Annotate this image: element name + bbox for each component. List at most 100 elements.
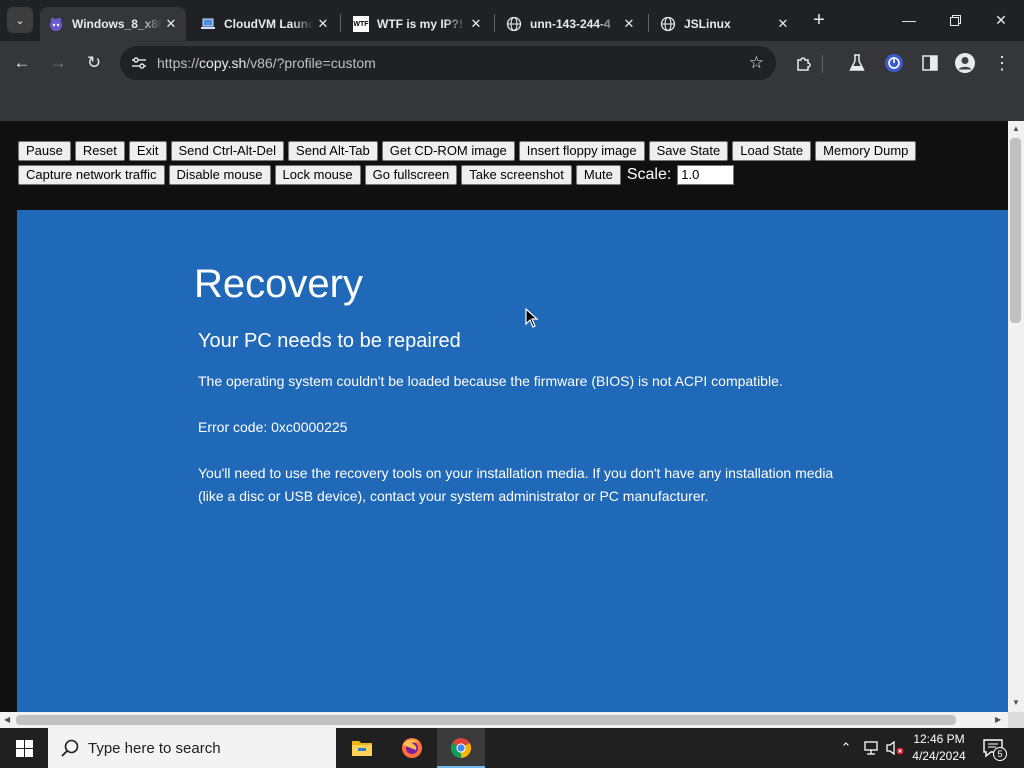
emulator-screen[interactable]: Recovery Your PC needs to be repaired Th…	[17, 210, 1008, 712]
show-hidden-icons[interactable]: ⌃	[836, 728, 856, 768]
bookmark-star-icon[interactable]: ☆	[749, 53, 764, 73]
recovery-title: Recovery	[194, 262, 363, 306]
exit-button[interactable]: Exit	[128, 141, 167, 161]
firefox-icon	[402, 738, 422, 758]
url-text[interactable]: https://copy.sh/v86/?profile=custom	[157, 55, 376, 71]
minimize-icon: —	[902, 12, 916, 28]
close-icon[interactable]: ✕	[774, 15, 792, 33]
tab-divider	[340, 14, 341, 32]
close-icon[interactable]: ✕	[162, 15, 180, 33]
search-icon	[61, 739, 79, 757]
extension-shield-icon[interactable]	[883, 52, 905, 74]
taskbar-file-explorer[interactable]	[338, 728, 386, 768]
taskbar-firefox[interactable]	[388, 728, 436, 768]
recovery-subtitle: Your PC needs to be repaired	[198, 330, 461, 352]
network-icon[interactable]	[860, 728, 882, 768]
take-screenshot-button[interactable]: Take screenshot	[461, 165, 572, 185]
windows-taskbar: Type here to search ⌃ 12:46 PM 4/24/2024…	[0, 728, 1024, 768]
capture-network-traffic-button[interactable]: Capture network traffic	[18, 165, 165, 185]
page-content: Pause Reset Exit Send Ctrl-Alt-Del Send Alt-…	[0, 121, 1008, 712]
disable-mouse-button[interactable]: Disable mouse	[168, 165, 271, 185]
reload-icon: ↻	[86, 53, 102, 72]
tab-cloudvm[interactable]: CloudVM Launch ✕	[192, 7, 338, 41]
error-code: Error code: 0xc0000225	[198, 419, 348, 435]
url-host: copy.sh	[199, 55, 247, 71]
send-ctrl-alt-del-button[interactable]: Send Ctrl-Alt-Del	[170, 141, 285, 161]
tab-title: JSLinux	[684, 17, 731, 31]
tab-search-button[interactable]: ⌄	[7, 7, 33, 33]
extensions-icon[interactable]	[793, 52, 815, 74]
taskbar-chrome[interactable]	[437, 728, 485, 768]
scroll-left-icon[interactable]: ◀	[4, 715, 10, 724]
tab-unn[interactable]: unn-143-244-4 ✕	[498, 7, 644, 41]
close-icon[interactable]: ✕	[620, 15, 638, 33]
bookmarks-bar	[0, 85, 1024, 121]
search-placeholder: Type here to search	[88, 740, 221, 757]
system-clock[interactable]: 12:46 PM 4/24/2024	[906, 731, 972, 765]
forward-button[interactable]: →	[44, 49, 72, 77]
load-state-button[interactable]: Load State	[732, 141, 812, 161]
pause-button[interactable]: Pause	[18, 141, 71, 161]
scroll-down-icon[interactable]: ▼	[1012, 698, 1020, 707]
start-button[interactable]	[0, 728, 48, 768]
url-path: /v86/?profile=custom	[246, 55, 376, 71]
insert-floppy-image-button[interactable]: Insert floppy image	[518, 141, 645, 161]
chevron-up-icon: ⌃	[840, 740, 852, 755]
get-cdrom-image-button[interactable]: Get CD-ROM image	[381, 141, 515, 161]
taskbar-search[interactable]: Type here to search	[48, 728, 336, 768]
memory-dump-button[interactable]: Memory Dump	[815, 141, 917, 161]
globe-icon	[660, 16, 676, 32]
reset-button[interactable]: Reset	[74, 141, 125, 161]
site-settings-icon[interactable]	[130, 54, 148, 72]
close-icon[interactable]: ✕	[314, 15, 332, 33]
profile-avatar-icon[interactable]	[954, 52, 976, 74]
toolbar-divider	[822, 55, 823, 73]
v86-icon	[48, 16, 64, 32]
lock-mouse-button[interactable]: Lock mouse	[274, 165, 361, 185]
wtf-icon: WTF	[353, 16, 369, 32]
restore-icon	[949, 14, 961, 26]
scroll-up-icon[interactable]: ▲	[1012, 124, 1020, 133]
address-bar[interactable]: https://copy.sh/v86/?profile=custom ☆	[120, 46, 776, 80]
new-tab-button[interactable]: +	[808, 9, 830, 31]
tab-wtf-ip[interactable]: WTF WTF is my IP?! ✕	[345, 7, 491, 41]
send-alt-tab-button[interactable]: Send Alt-Tab	[288, 141, 378, 161]
laptop-icon	[200, 16, 216, 32]
reload-button[interactable]: ↻	[80, 49, 108, 77]
tab-title: WTF is my IP?!	[377, 17, 464, 31]
tab-strip: ⌄ Windows_8_x86 ✕ CloudVM Launch ✕ WTF W…	[0, 0, 1024, 41]
tab-title: CloudVM Launch	[224, 17, 314, 31]
windows-logo-icon	[15, 739, 33, 757]
back-button[interactable]: ←	[8, 49, 36, 77]
clock-time: 12:46 PM	[913, 732, 965, 746]
scale-input[interactable]: 1.0	[677, 165, 735, 185]
kebab-menu-icon[interactable]: ⋮	[991, 52, 1013, 74]
scroll-right-icon[interactable]: ▶	[995, 715, 1001, 724]
clock-date: 4/24/2024	[912, 749, 966, 763]
tab-windows8[interactable]: Windows_8_x86 ✕	[40, 7, 186, 41]
scale-label: Scale:	[626, 166, 672, 183]
close-icon: ✕	[995, 11, 1007, 28]
volume-muted-icon[interactable]	[884, 728, 906, 768]
go-fullscreen-button[interactable]: Go fullscreen	[364, 165, 458, 185]
close-window-button[interactable]: ✕	[978, 0, 1024, 40]
plus-icon: +	[813, 8, 825, 31]
tab-title: Windows_8_x86	[72, 17, 162, 31]
restore-button[interactable]	[932, 0, 978, 40]
arrow-left-icon: ←	[13, 53, 31, 72]
side-panel-icon[interactable]	[919, 52, 941, 74]
vertical-scroll-thumb[interactable]	[1010, 138, 1021, 323]
arrow-right-icon: →	[49, 53, 67, 72]
tab-divider	[648, 14, 649, 32]
mute-button[interactable]: Mute	[575, 165, 621, 185]
horizontal-scroll-thumb[interactable]	[16, 715, 956, 725]
close-icon[interactable]: ✕	[467, 15, 485, 33]
labs-flask-icon[interactable]	[846, 52, 868, 74]
tab-divider	[494, 14, 495, 32]
scrollbar-corner	[1008, 712, 1024, 728]
save-state-button[interactable]: Save State	[648, 141, 729, 161]
chevron-down-icon: ⌄	[15, 14, 25, 27]
tab-jslinux[interactable]: JSLinux ✕	[652, 7, 798, 41]
controls-row-2: Capture network traffic Disable mouse Lock…	[18, 165, 735, 185]
minimize-button[interactable]: —	[886, 0, 932, 40]
